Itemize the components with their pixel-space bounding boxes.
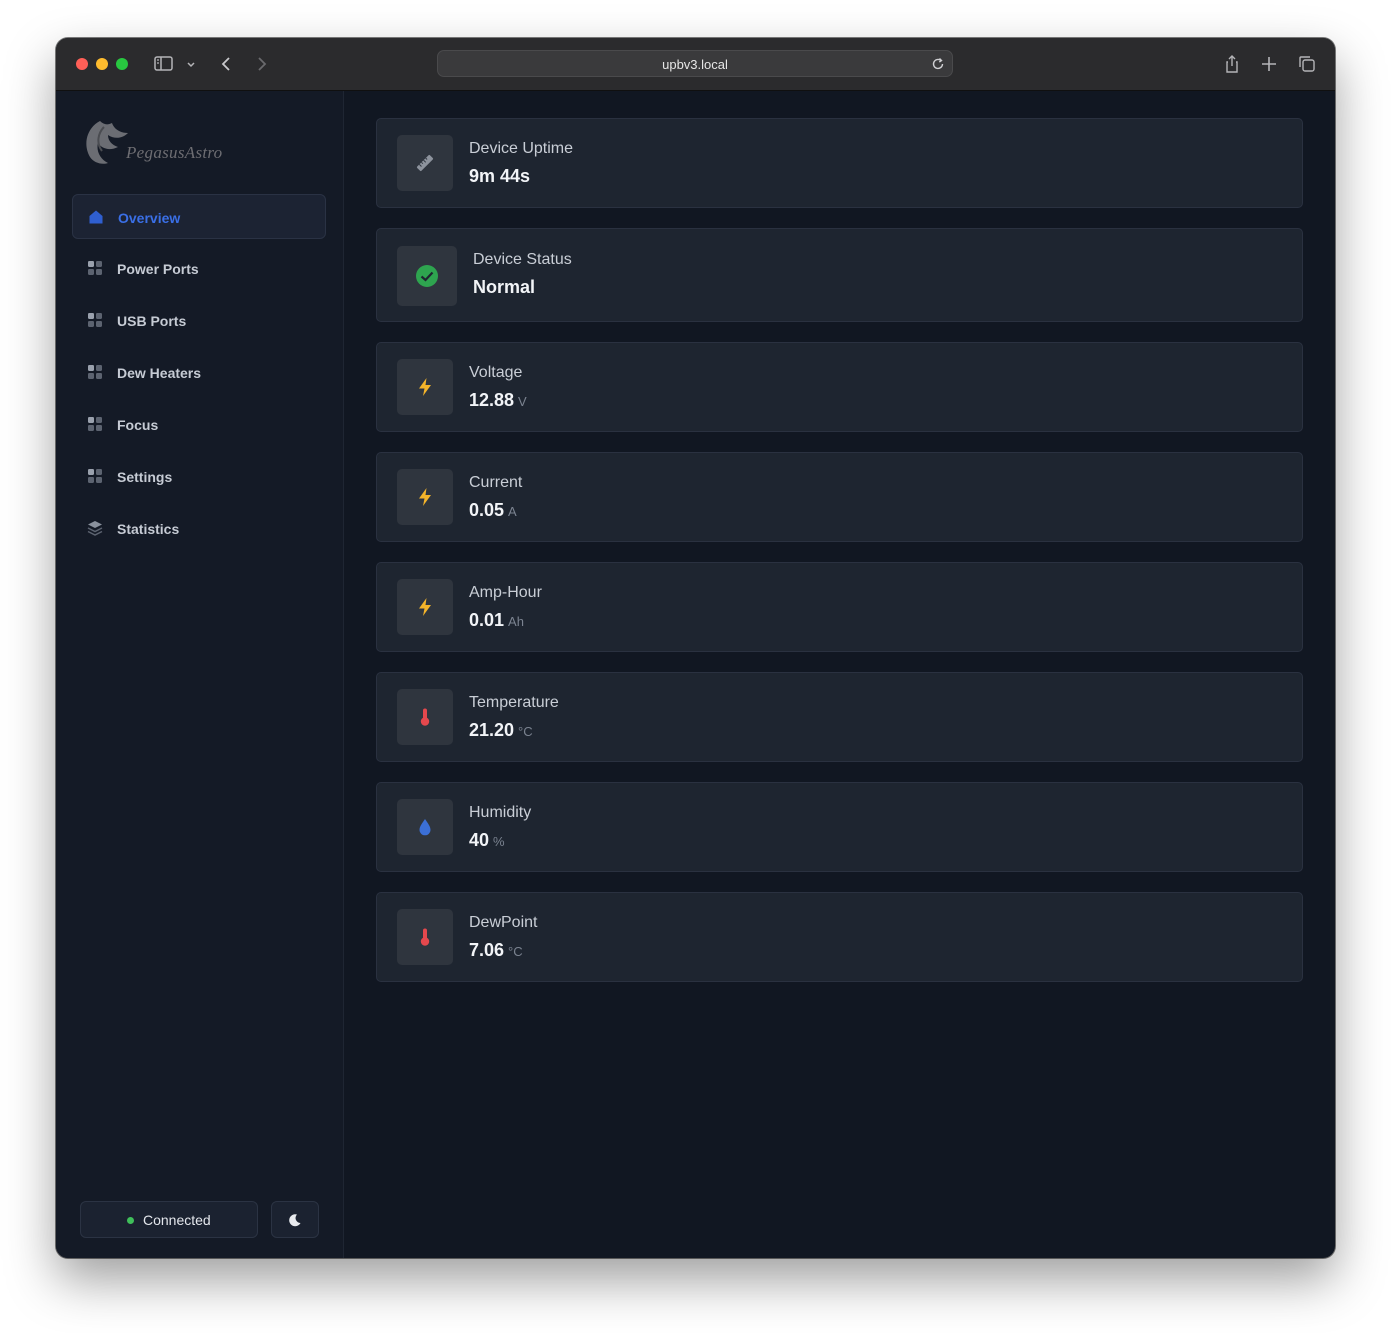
card-unit: A: [508, 504, 517, 519]
card-value-number: Normal: [473, 277, 536, 297]
new-tab-icon[interactable]: [1258, 54, 1280, 74]
stat-card-dewpoint: DewPoint 7.06 °C: [376, 892, 1303, 982]
card-title: DewPoint: [469, 914, 538, 931]
theme-toggle-button[interactable]: [271, 1201, 319, 1238]
droplet-icon: [397, 799, 453, 855]
url-text: upbv3.local: [662, 57, 728, 72]
card-value-number: 40: [469, 830, 490, 850]
sidebar-item-power-ports[interactable]: Power Ports: [72, 246, 326, 291]
stat-card-temperature: Temperature 21.20 °C: [376, 672, 1303, 762]
stat-card-device-status: Device Status Normal: [376, 228, 1303, 322]
bolt-icon: [397, 359, 453, 415]
check-circle-icon: [397, 246, 457, 306]
chevron-down-icon[interactable]: [184, 54, 198, 74]
card-value: 21.20 °C: [469, 720, 533, 741]
card-value-number: 12.88: [469, 390, 515, 410]
bolt-icon: [397, 469, 453, 525]
card-title: Amp-Hour: [469, 584, 542, 601]
card-title: Humidity: [469, 804, 532, 821]
card-title: Device Status: [473, 251, 572, 268]
thermometer-icon: [397, 909, 453, 965]
card-value-number: 0.05: [469, 500, 505, 520]
card-value: 0.01 Ah: [469, 610, 524, 631]
sidebar-item-label: Overview: [118, 210, 181, 226]
browser-toolbar: upbv3.local: [56, 38, 1335, 91]
card-title: Temperature: [469, 694, 559, 711]
connection-status-button[interactable]: Connected: [80, 1201, 258, 1238]
card-unit: V: [518, 394, 527, 409]
layers-icon: [87, 520, 103, 536]
share-icon[interactable]: [1221, 54, 1243, 74]
connection-status-label: Connected: [143, 1212, 211, 1228]
pegasus-astro-logo: PegasusAstro: [78, 113, 278, 169]
minimize-window-button[interactable]: [96, 58, 108, 70]
card-unit: °C: [518, 724, 533, 739]
home-icon: [88, 209, 104, 225]
sidebar-item-label: Focus: [117, 417, 159, 433]
maximize-window-button[interactable]: [116, 58, 128, 70]
sidebar-item-label: Power Ports: [117, 261, 199, 277]
stat-card-voltage: Voltage 12.88 V: [376, 342, 1303, 432]
sidebar-item-focus[interactable]: Focus: [72, 402, 326, 447]
reload-icon[interactable]: [930, 56, 946, 72]
sidebar-item-usb-ports[interactable]: USB Ports: [72, 298, 326, 343]
card-title: Voltage: [469, 364, 523, 381]
card-unit: %: [493, 834, 505, 849]
stat-card-humidity: Humidity 40%: [376, 782, 1303, 872]
tab-overview-icon[interactable]: [1296, 54, 1318, 74]
back-icon[interactable]: [216, 54, 238, 74]
ruler-icon: [397, 135, 453, 191]
status-dot: [127, 1217, 134, 1224]
card-value: Normal: [473, 277, 535, 298]
grid-icon: [87, 260, 103, 276]
grid-icon: [87, 312, 103, 328]
sidebar-toggle-icon[interactable]: [153, 54, 175, 74]
browser-window: upbv3.local PegasusAstro Overview Power …: [56, 38, 1335, 1258]
sidebar-item-label: USB Ports: [117, 313, 187, 329]
stat-card-device-uptime: Device Uptime 9m 44s: [376, 118, 1303, 208]
sidebar: PegasusAstro Overview Power Ports USB Po…: [56, 91, 344, 1258]
grid-icon: [87, 468, 103, 484]
sidebar-item-overview[interactable]: Overview: [72, 194, 326, 239]
bolt-icon: [397, 579, 453, 635]
card-value: 40%: [469, 830, 505, 851]
card-unit: Ah: [508, 614, 524, 629]
card-value: 7.06 °C: [469, 940, 523, 961]
sidebar-item-label: Statistics: [117, 521, 180, 537]
stat-card-amp-hour: Amp-Hour 0.01 Ah: [376, 562, 1303, 652]
thermometer-icon: [397, 689, 453, 745]
moon-icon: [289, 1214, 301, 1227]
grid-icon: [87, 416, 103, 432]
sidebar-item-label: Dew Heaters: [117, 365, 202, 381]
card-value-number: 9m 44s: [469, 166, 531, 186]
grid-icon: [87, 364, 103, 380]
address-bar[interactable]: upbv3.local: [437, 50, 953, 77]
sidebar-item-settings[interactable]: Settings: [72, 454, 326, 499]
card-value: 12.88 V: [469, 390, 527, 411]
forward-icon[interactable]: [251, 54, 273, 74]
card-value: 0.05 A: [469, 500, 517, 521]
close-window-button[interactable]: [76, 58, 88, 70]
logo-text: PegasusAstro: [126, 143, 223, 162]
card-value-number: 21.20: [469, 720, 515, 740]
card-title: Current: [469, 474, 523, 491]
card-value: 9m 44s: [469, 166, 530, 187]
card-unit: °C: [508, 944, 523, 959]
stat-card-current: Current 0.05 A: [376, 452, 1303, 542]
card-value-number: 7.06: [469, 940, 505, 960]
sidebar-item-dew-heaters[interactable]: Dew Heaters: [72, 350, 326, 395]
sidebar-item-statistics[interactable]: Statistics: [72, 506, 326, 551]
sidebar-item-label: Settings: [117, 469, 173, 485]
card-value-number: 0.01: [469, 610, 505, 630]
card-title: Device Uptime: [469, 140, 574, 157]
